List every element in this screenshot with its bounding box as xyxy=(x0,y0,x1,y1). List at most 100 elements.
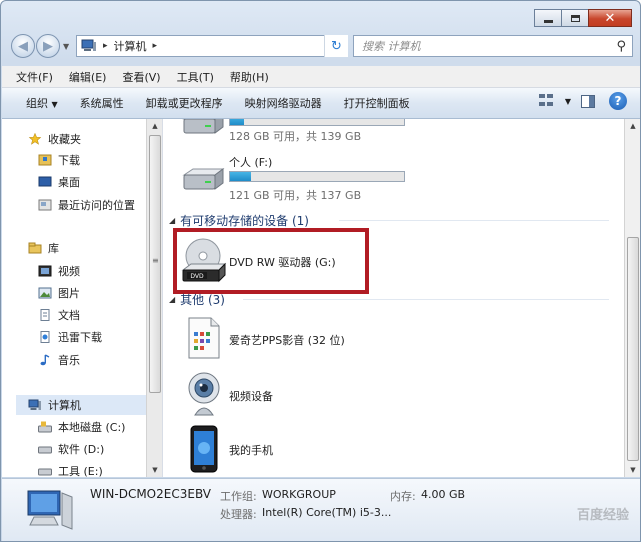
sidebar-label: 迅雷下载 xyxy=(58,331,102,344)
hard-drive-icon xyxy=(38,446,52,454)
organize-button[interactable]: 组织 ▼ xyxy=(26,95,58,111)
forward-arrow-icon: ▶ xyxy=(43,38,53,54)
sidebar-label: 音乐 xyxy=(58,354,80,367)
uninstall-program-button[interactable]: 卸载或更改程序 xyxy=(146,95,223,111)
view-dropdown-icon[interactable]: ▼ xyxy=(565,97,571,106)
drive-item[interactable] xyxy=(181,119,225,140)
music-library-icon xyxy=(40,354,50,366)
recent-places-icon xyxy=(38,199,52,211)
pictures-library-icon xyxy=(38,287,52,299)
sidebar-item-drive-e[interactable]: 工具 (E:) xyxy=(38,461,103,477)
computer-name: WIN-DCMO2EC3EBV xyxy=(90,487,212,501)
refresh-button[interactable]: ↻ xyxy=(324,35,348,57)
other-item-label[interactable]: 我的手机 xyxy=(229,442,273,458)
menu-file[interactable]: 文件(F) xyxy=(16,69,53,85)
address-bar[interactable]: ▸ 计算机 ▸ ▼ xyxy=(76,35,346,57)
pps-app-icon xyxy=(188,317,220,359)
processor-value: Intel(R) Core(TM) i5-3... xyxy=(262,506,392,519)
collapse-triangle-icon[interactable]: ◢ xyxy=(169,295,175,304)
workgroup-value: WORKGROUP xyxy=(262,488,336,501)
other-item-label[interactable]: 视频设备 xyxy=(229,388,273,404)
open-control-panel-button[interactable]: 打开控制面板 xyxy=(344,95,410,111)
sidebar-item-drive-c[interactable]: 本地磁盘 (C:) xyxy=(38,417,125,437)
forward-button[interactable]: ▶ xyxy=(36,34,60,58)
sidebar-item-computer[interactable]: 计算机 xyxy=(16,395,146,415)
sidebar-label: 文档 xyxy=(58,309,80,322)
pps-app-item[interactable] xyxy=(187,316,221,363)
command-bar: 组织 ▼ 系统属性 卸载或更改程序 映射网络驱动器 打开控制面板 ▼ ? xyxy=(2,88,640,119)
group-header-other[interactable]: ◢ 其他 (3) xyxy=(169,291,225,308)
organize-dropdown-icon: ▼ xyxy=(51,100,58,109)
menu-edit[interactable]: 编辑(E) xyxy=(69,69,107,85)
sidebar-item-downloads[interactable]: 下载 xyxy=(38,150,80,170)
minimize-button[interactable] xyxy=(534,9,562,27)
sidebar-label: 收藏夹 xyxy=(48,133,81,146)
map-network-drive-button[interactable]: 映射网络驱动器 xyxy=(245,95,322,111)
system-drive-icon xyxy=(38,421,52,433)
sidebar-item-pictures[interactable]: 图片 xyxy=(38,283,80,303)
other-item-label[interactable]: 爱奇艺PPS影音 (32 位) xyxy=(229,332,345,348)
sidebar-item-recent[interactable]: 最近访问的位置 xyxy=(38,195,135,215)
window-controls: ✕ xyxy=(534,9,632,27)
sidebar-item-music[interactable]: 音乐 xyxy=(38,350,80,370)
change-view-icon[interactable] xyxy=(538,94,557,108)
group-divider xyxy=(339,220,609,221)
menu-bar: 文件(F) 编辑(E) 查看(V) 工具(T) 帮助(H) xyxy=(2,66,640,88)
video-device-item[interactable] xyxy=(187,371,221,420)
breadcrumb-separator[interactable]: ▸ xyxy=(103,41,108,51)
recent-pages-dropdown[interactable]: ▼ xyxy=(63,42,69,51)
collapse-triangle-icon[interactable]: ◢ xyxy=(169,216,175,225)
sidebar-item-documents[interactable]: 文档 xyxy=(38,305,80,325)
content-scroll-thumb[interactable] xyxy=(627,237,639,461)
sidebar-label: 软件 (D:) xyxy=(58,443,105,456)
documents-library-icon xyxy=(40,309,50,321)
scroll-up-arrow[interactable]: ▲ xyxy=(147,119,162,133)
drive-usage-bar xyxy=(229,171,405,182)
menu-help[interactable]: 帮助(H) xyxy=(230,69,269,85)
drive-item-f[interactable] xyxy=(181,167,225,196)
sidebar-item-thunder-downloads[interactable]: 迅雷下载 xyxy=(38,327,102,347)
search-input[interactable]: 搜索 计算机 ⚲ xyxy=(353,35,633,57)
scroll-up-arrow[interactable]: ▲ xyxy=(625,119,640,133)
preview-pane-icon[interactable] xyxy=(581,94,595,108)
system-properties-button[interactable]: 系统属性 xyxy=(80,95,124,111)
breadcrumb-computer[interactable]: 计算机 xyxy=(114,38,147,54)
sidebar-label: 图片 xyxy=(58,287,80,300)
workgroup-label: 工作组: xyxy=(220,490,257,503)
sidebar-scroll-thumb[interactable]: ≡ xyxy=(149,135,161,393)
sidebar-scrollbar[interactable]: ▲ ≡ ▼ xyxy=(146,119,162,477)
hard-drive-icon xyxy=(182,168,225,190)
drive-size-text: 121 GB 可用，共 137 GB xyxy=(229,189,362,202)
sidebar-label: 视频 xyxy=(58,265,80,278)
maximize-button[interactable] xyxy=(561,9,589,27)
library-icon xyxy=(28,242,42,254)
content-scrollbar[interactable]: ▲ ▼ xyxy=(624,119,640,477)
back-button[interactable]: ◀ xyxy=(11,34,35,58)
group-header-removable[interactable]: ◢ 有可移动存储的设备 (1) xyxy=(169,212,309,229)
my-phone-item[interactable] xyxy=(189,425,219,476)
help-icon[interactable]: ? xyxy=(609,92,627,110)
thunder-download-icon xyxy=(40,331,50,343)
phone-icon xyxy=(190,425,218,473)
menu-view[interactable]: 查看(V) xyxy=(122,69,160,85)
sidebar-item-drive-d[interactable]: 软件 (D:) xyxy=(38,439,104,459)
sidebar-label: 计算机 xyxy=(48,399,81,412)
drive-size-text: 128 GB 可用，共 139 GB xyxy=(229,130,362,143)
breadcrumb-separator-end[interactable]: ▸ xyxy=(153,41,158,51)
close-button[interactable]: ✕ xyxy=(588,9,632,27)
sidebar-item-favorites[interactable]: 收藏夹 xyxy=(28,129,81,149)
scroll-down-arrow[interactable]: ▼ xyxy=(147,463,162,477)
menu-tools[interactable]: 工具(T) xyxy=(177,69,214,85)
processor-label: 处理器: xyxy=(220,508,257,521)
scroll-down-arrow[interactable]: ▼ xyxy=(625,463,640,477)
sidebar-label: 本地磁盘 (C:) xyxy=(58,421,126,434)
search-placeholder: 搜索 计算机 xyxy=(362,40,421,53)
sidebar-item-videos[interactable]: 视频 xyxy=(38,261,80,281)
drive-label[interactable]: 个人 (F:) xyxy=(229,154,272,170)
sidebar-item-desktop[interactable]: 桌面 xyxy=(38,172,80,192)
navigation-pane: 收藏夹 下载 桌面 最近访问的位置 库 视频 图片 文档 迅雷下载 音乐 计算机… xyxy=(2,119,163,477)
computer-icon xyxy=(28,399,41,410)
sidebar-item-libraries[interactable]: 库 xyxy=(28,238,59,258)
search-icon[interactable]: ⚲ xyxy=(616,39,626,54)
sidebar-label: 下载 xyxy=(58,154,80,167)
